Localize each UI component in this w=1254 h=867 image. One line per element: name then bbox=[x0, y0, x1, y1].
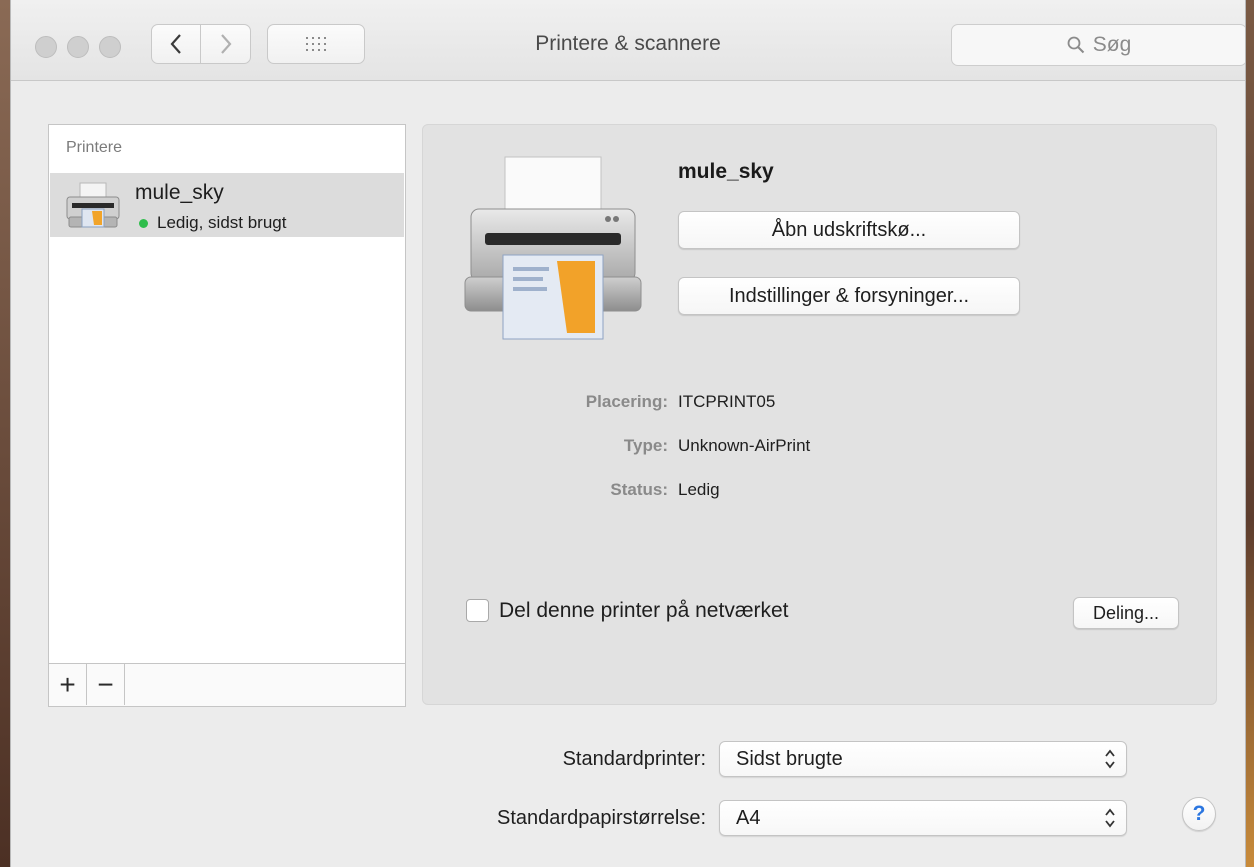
help-button[interactable]: ? bbox=[1182, 797, 1216, 831]
magnifier-icon bbox=[1067, 36, 1084, 54]
open-print-queue-button[interactable]: Åbn udskriftskø... bbox=[678, 211, 1020, 249]
printer-status: Ledig, sidst brugt bbox=[157, 213, 287, 232]
up-down-chevron-icon bbox=[1105, 808, 1115, 828]
up-down-chevron-icon bbox=[1105, 749, 1115, 769]
status-label: Status: bbox=[610, 480, 668, 499]
default-paper-value: A4 bbox=[736, 807, 761, 829]
preferences-window: Printere & scannere Søg Printere mule_sk… bbox=[10, 0, 1246, 867]
printer-detail-panel: mule_sky Åbn udskriftskø... Indstillinge… bbox=[422, 124, 1217, 705]
default-printer-select[interactable]: Sidst brugte bbox=[719, 741, 1127, 777]
options-supplies-button[interactable]: Indstillinger & forsyninger... bbox=[678, 277, 1020, 315]
desktop-background-left bbox=[0, 0, 10, 867]
add-printer-button[interactable]: + bbox=[49, 664, 87, 705]
printer-name: mule_sky bbox=[135, 181, 224, 204]
default-paper-label: Standardpapirstørrelse: bbox=[497, 807, 706, 829]
printer-list-item[interactable]: mule_sky Ledig, sidst brugt bbox=[50, 173, 404, 237]
remove-printer-button[interactable]: − bbox=[87, 664, 125, 705]
status-value: Ledig bbox=[678, 480, 720, 499]
location-value: ITCPRINT05 bbox=[678, 392, 776, 411]
printer-list: Printere mule_sky Ledig, sidst brugt + − bbox=[48, 124, 406, 707]
share-printer-label: Del denne printer på netværket bbox=[499, 599, 789, 622]
share-printer-checkbox[interactable] bbox=[466, 599, 489, 622]
detail-printer-name: mule_sky bbox=[678, 160, 774, 183]
type-label: Type: bbox=[623, 436, 668, 455]
search-placeholder: Søg bbox=[1092, 33, 1132, 56]
printer-icon bbox=[66, 182, 120, 228]
sharing-button[interactable]: Deling... bbox=[1073, 597, 1179, 629]
type-value: Unknown-AirPrint bbox=[678, 436, 811, 455]
printer-large-icon bbox=[464, 156, 642, 340]
default-paper-select[interactable]: A4 bbox=[719, 800, 1127, 836]
location-label: Placering: bbox=[585, 392, 668, 411]
default-printer-value: Sidst brugte bbox=[736, 748, 843, 770]
printer-list-header: Printere bbox=[66, 139, 123, 156]
list-toolbar: + − bbox=[49, 663, 405, 706]
title-bar: Printere & scannere Søg bbox=[11, 0, 1245, 81]
status-dot-icon bbox=[139, 219, 148, 228]
default-printer-label: Standardprinter: bbox=[562, 748, 706, 770]
search-field[interactable]: Søg bbox=[951, 24, 1245, 66]
